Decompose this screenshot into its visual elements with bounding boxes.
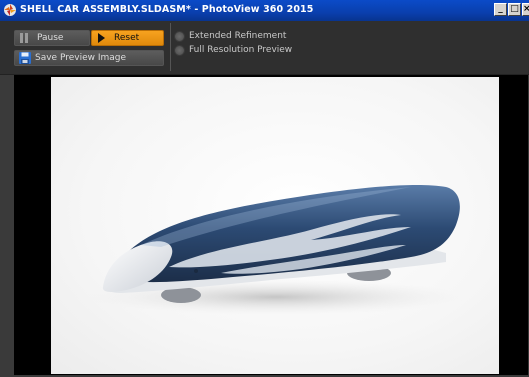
shell-car-render [86, 184, 466, 315]
minimize-button[interactable]: _ [494, 3, 507, 16]
photoview-icon [4, 4, 16, 16]
full-resolution-radio[interactable] [174, 45, 185, 56]
reset-button-label: Reset [114, 33, 140, 43]
pause-button[interactable]: Pause [14, 30, 90, 46]
play-icon [98, 33, 105, 43]
window-title-bar[interactable]: SHELL CAR ASSEMBLY.SLDASM* - PhotoView 3… [0, 0, 529, 21]
save-preview-button[interactable]: Save Preview Image [14, 50, 164, 66]
extended-refinement-label: Extended Refinement [189, 31, 287, 41]
full-resolution-label: Full Resolution Preview [189, 45, 293, 55]
save-preview-label: Save Preview Image [35, 53, 127, 63]
pause-button-label: Pause [37, 33, 64, 43]
render-viewport[interactable] [14, 75, 528, 375]
window-left-border [0, 75, 14, 377]
window-title: SHELL CAR ASSEMBLY.SLDASM* - PhotoView 3… [20, 4, 314, 15]
render-preview[interactable] [51, 77, 499, 374]
reset-button[interactable]: Reset [91, 30, 164, 46]
pause-icon [20, 33, 30, 43]
preview-toolbar: Pause Reset Save Preview Image Extended … [0, 21, 529, 75]
close-button[interactable]: × [522, 3, 529, 16]
restore-button[interactable]: □ [508, 3, 521, 16]
toolbar-separator [170, 23, 171, 71]
floppy-disk-icon [19, 52, 31, 64]
extended-refinement-radio[interactable] [174, 31, 185, 42]
